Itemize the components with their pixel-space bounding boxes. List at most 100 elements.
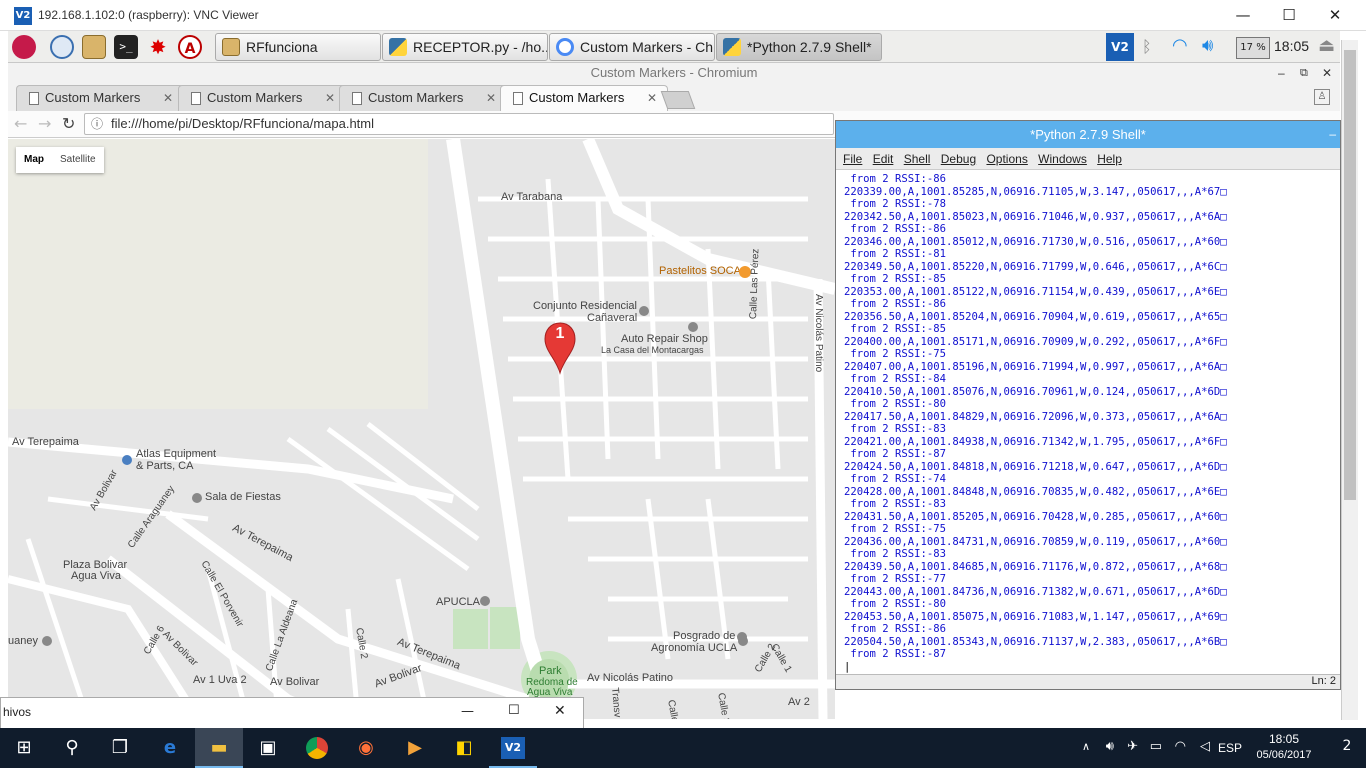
wolfram-icon[interactable]: A: [178, 35, 202, 59]
place-icon: [738, 636, 748, 646]
tab-custom-markers-3[interactable]: Custom Markers ✕: [339, 85, 507, 111]
vnc-window-title: 192.168.1.102:0 (raspberry): VNC Viewer: [38, 8, 259, 22]
shell-output-line: from 2 RSSI:-84: [844, 373, 947, 385]
battery-tray-icon[interactable]: ▭: [1150, 738, 1162, 754]
tab-custom-markers-2[interactable]: Custom Markers ✕: [178, 85, 346, 111]
edge-icon[interactable]: e: [146, 728, 194, 768]
language-indicator[interactable]: ESP: [1218, 741, 1242, 755]
map-type-map-button[interactable]: Map: [16, 147, 52, 173]
file-explorer-icon[interactable]: ▬: [195, 728, 243, 768]
volume-tray-icon[interactable]: 🔊︎: [1106, 738, 1114, 754]
pi-task-label: RFfunciona: [246, 39, 318, 55]
folder-icon: [222, 38, 240, 56]
task-view-icon[interactable]: ❐: [96, 728, 144, 768]
map-marker[interactable]: 1: [544, 321, 576, 375]
pi-task-rffunciona[interactable]: RFfunciona: [215, 33, 381, 61]
shell-output-line: from 2 RSSI:-75: [844, 348, 947, 360]
explorer-close-button[interactable]: ✕: [554, 703, 566, 719]
tab-close-icon[interactable]: ✕: [163, 86, 173, 110]
info-icon: ⓘ: [91, 117, 104, 131]
address-bar-url: file:///home/pi/Desktop/RFfunciona/mapa.…: [111, 116, 375, 131]
eject-icon[interactable]: ⏏: [1318, 35, 1335, 56]
pi-task-chromium[interactable]: Custom Markers - Ch...: [549, 33, 715, 61]
vnc-viewer-taskbar-icon[interactable]: V2: [489, 728, 537, 768]
pi-task-python-shell[interactable]: *Python 2.7.9 Shell*: [716, 33, 882, 61]
shell-output-line: from 2 RSSI:-83: [844, 498, 947, 510]
pi-task-receptor[interactable]: RECEPTOR.py - /ho...: [382, 33, 548, 61]
shell-output-line: from 2 RSSI:-75: [844, 523, 947, 535]
map-type-satellite-button[interactable]: Satellite: [52, 147, 104, 173]
map-label: & Parts, CA: [136, 460, 194, 472]
vnc-maximize-button[interactable]: ☐: [1266, 0, 1312, 31]
python-shell-minimize-button[interactable]: –: [1329, 121, 1336, 148]
media-player-icon[interactable]: ▶: [391, 728, 439, 768]
profile-icon[interactable]: ♙: [1314, 89, 1330, 105]
new-tab-button[interactable]: [660, 91, 696, 109]
map-label: APUCLA: [436, 596, 481, 608]
menu-windows[interactable]: Windows: [1038, 152, 1087, 166]
search-icon[interactable]: ⚲: [48, 728, 96, 768]
taskbar-time[interactable]: 18:05: [1256, 732, 1312, 746]
tab-custom-markers-active[interactable]: Custom Markers ✕: [500, 85, 668, 111]
menu-options[interactable]: Options: [986, 152, 1027, 166]
volume-icon[interactable]: 🔊︎: [1202, 35, 1213, 56]
file-manager-icon[interactable]: [82, 35, 106, 59]
chromium-maximize-button[interactable]: ⧉: [1300, 63, 1308, 83]
pi-clock[interactable]: 18:05: [1274, 38, 1309, 54]
wifi-tray-icon[interactable]: ◠: [1175, 738, 1186, 754]
explorer-maximize-button[interactable]: ☐: [508, 703, 520, 718]
map-label: Agua Viva: [71, 570, 121, 582]
taskbar-date[interactable]: 05/06/2017: [1250, 749, 1318, 761]
reload-icon[interactable]: ↻: [62, 114, 75, 133]
tray-chevron-icon[interactable]: ∧: [1082, 740, 1090, 753]
tab-close-icon[interactable]: ✕: [647, 86, 657, 110]
vnc-minimize-button[interactable]: —: [1220, 0, 1266, 31]
vnc-scrollbar-thumb[interactable]: [1344, 50, 1356, 500]
vnc-server-icon[interactable]: V2: [1106, 33, 1134, 61]
vnc-scrollbar[interactable]: [1341, 40, 1358, 720]
back-arrow-icon[interactable]: ←: [14, 114, 27, 133]
chrome-icon[interactable]: [293, 728, 341, 768]
menu-file[interactable]: File: [843, 152, 862, 166]
network-tray-icon[interactable]: ✈: [1127, 738, 1138, 754]
raspberry-menu-icon[interactable]: [12, 35, 36, 59]
tab-custom-markers-1[interactable]: Custom Markers ✕: [16, 85, 184, 111]
vnc-logo-icon: V2: [14, 7, 32, 25]
speaker-tray-icon[interactable]: ◁: [1200, 738, 1210, 754]
bluetooth-icon[interactable]: ᛒ: [1142, 37, 1152, 56]
menu-edit[interactable]: Edit: [873, 152, 894, 166]
chromium-close-button[interactable]: ✕: [1322, 63, 1332, 83]
chromium-window-title: Custom Markers - Chromium – ⧉ ✕: [8, 63, 1340, 85]
web-browser-icon[interactable]: [50, 35, 74, 59]
chromium-minimize-button[interactable]: –: [1278, 63, 1285, 83]
forward-arrow-icon[interactable]: →: [38, 114, 51, 133]
mathematica-icon[interactable]: ✸: [146, 35, 170, 59]
vnc-close-button[interactable]: ✕: [1312, 0, 1358, 31]
windows-start-icon[interactable]: ⊞: [0, 728, 48, 768]
shell-output-line: 220436.00,A,1001.84731,N,06916.70859,W,0…: [844, 535, 1227, 548]
shell-output-line: from 2 RSSI:-86: [844, 223, 947, 235]
python-icon: [723, 38, 741, 56]
firefox-icon[interactable]: ◉: [342, 728, 390, 768]
menu-help[interactable]: Help: [1097, 152, 1122, 166]
wifi-icon[interactable]: ◠: [1172, 35, 1188, 56]
store-icon[interactable]: ▣: [244, 728, 292, 768]
explorer-minimize-button[interactable]: —: [461, 704, 474, 719]
tab-close-icon[interactable]: ✕: [325, 86, 335, 110]
menu-debug[interactable]: Debug: [941, 152, 976, 166]
notifications-icon[interactable]: 2: [1336, 738, 1358, 758]
terminal-icon[interactable]: >_: [114, 35, 138, 59]
map-label: Sala de Fiestas: [205, 491, 281, 503]
google-map[interactable]: Map Satellite 1 Av Tarabana Pastelitos S…: [8, 139, 835, 719]
place-icon: [192, 493, 202, 503]
windows-taskbar: ⊞ ⚲ ❐ e ▬ ▣ ◉ ▶ ◧ V2 ∧ 🔊︎ ✈ ▭ ◠ ◁ ESP 18…: [0, 728, 1366, 768]
menu-shell[interactable]: Shell: [904, 152, 931, 166]
tab-close-icon[interactable]: ✕: [486, 86, 496, 110]
map-label: Posgrado de: [673, 630, 736, 642]
address-bar[interactable]: ⓘ file:///home/pi/Desktop/RFfunciona/map…: [84, 113, 834, 135]
shell-output-line: 220356.50,A,1001.85204,N,06916.70904,W,0…: [844, 310, 1227, 323]
tool-icon[interactable]: ◧: [440, 728, 488, 768]
shell-output-line: 220349.50,A,1001.85220,N,06916.71799,W,0…: [844, 260, 1227, 273]
python-shell-output[interactable]: from 2 RSSI:-86 220339.00,A,1001.85285,N,…: [838, 172, 1340, 674]
python-shell-titlebar: *Python 2.7.9 Shell* –: [836, 121, 1340, 148]
